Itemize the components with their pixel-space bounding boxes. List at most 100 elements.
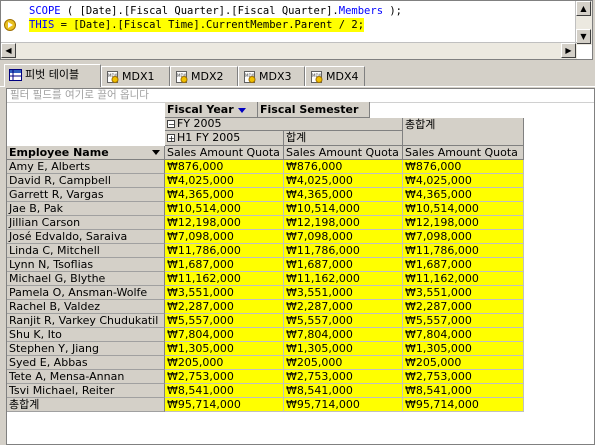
value-cell[interactable]: ₩11,162,000	[403, 272, 524, 286]
filter-drop-zone[interactable]: 필터 필드를 여기로 끌어 옵니다	[7, 89, 594, 103]
value-cell[interactable]: ₩3,551,000	[284, 286, 403, 300]
value-cell[interactable]: ₩4,025,000	[165, 174, 284, 188]
semester-label: H1 FY 2005	[177, 131, 241, 144]
value-cell[interactable]: ₩12,198,000	[165, 216, 284, 230]
value-cell[interactable]: ₩1,687,000	[165, 258, 284, 272]
value-cell[interactable]: ₩12,198,000	[284, 216, 403, 230]
value-cell[interactable]: ₩1,305,000	[284, 342, 403, 356]
value-cell[interactable]: ₩205,000	[165, 356, 284, 370]
value-cell[interactable]: ₩8,541,000	[165, 384, 284, 398]
employee-row-header[interactable]: Pamela O, Ansman-Wolfe	[7, 286, 165, 300]
tab-mdx2[interactable]: MDX MDX2	[170, 66, 238, 86]
value-cell[interactable]: ₩7,804,000	[403, 328, 524, 342]
value-cell[interactable]: ₩8,541,000	[284, 384, 403, 398]
grand-total-row-header[interactable]: 총합계	[7, 398, 165, 412]
value-cell[interactable]: ₩1,687,000	[284, 258, 403, 272]
employee-row-header[interactable]: Jae B, Pak	[7, 202, 165, 216]
semester-member-header[interactable]: + H1 FY 2005	[165, 131, 284, 146]
pivot-table[interactable]: 필터 필드를 여기로 끌어 옵니다 Fiscal Year Fiscal Sem…	[6, 88, 595, 445]
tab-mdx1[interactable]: MDX MDX1	[101, 66, 170, 86]
value-cell[interactable]: ₩1,305,000	[403, 342, 524, 356]
value-cell[interactable]: ₩10,514,000	[165, 202, 284, 216]
value-cell[interactable]: ₩1,305,000	[165, 342, 284, 356]
value-cell[interactable]: ₩3,551,000	[165, 286, 284, 300]
value-cell[interactable]: ₩205,000	[284, 356, 403, 370]
column-field-fiscal-year[interactable]: Fiscal Year	[165, 102, 258, 118]
value-cell[interactable]: ₩95,714,000	[165, 398, 284, 412]
collapse-icon[interactable]: −	[167, 120, 175, 129]
tab-pivot-table[interactable]: 피벗 테이블	[4, 64, 101, 87]
employee-row-header[interactable]: Tsvi Michael, Reiter	[7, 384, 165, 398]
value-cell[interactable]: ₩5,557,000	[284, 314, 403, 328]
scroll-up-icon[interactable]: ▲	[576, 1, 591, 16]
code-line-1[interactable]: SCOPE ( [Date].[Fiscal Quarter].[Fiscal …	[29, 4, 402, 18]
dropdown-arrow-icon[interactable]	[237, 107, 246, 113]
value-cell[interactable]: ₩7,098,000	[165, 230, 284, 244]
value-cell[interactable]: ₩876,000	[403, 160, 524, 174]
value-cell[interactable]: ₩11,162,000	[165, 272, 284, 286]
tab-mdx3[interactable]: MDX MDX3	[238, 66, 305, 86]
code-text: = [Date].[Fiscal Time].CurrentMember.Par…	[54, 19, 365, 31]
value-cell[interactable]: ₩2,287,000	[165, 300, 284, 314]
employee-row-header[interactable]: José Edvaldo, Saraiva	[7, 230, 165, 244]
value-cell[interactable]: ₩876,000	[165, 160, 284, 174]
scroll-down-icon[interactable]: ▼	[576, 29, 591, 44]
employee-row-header[interactable]: Garrett R, Vargas	[7, 188, 165, 202]
scroll-right-icon[interactable]: ▶	[561, 43, 576, 58]
value-cell[interactable]: ₩4,365,000	[403, 188, 524, 202]
tab-mdx4[interactable]: MDX MDX4	[305, 66, 365, 86]
value-cell[interactable]: ₩5,557,000	[165, 314, 284, 328]
value-cell[interactable]: ₩3,551,000	[403, 286, 524, 300]
value-cell[interactable]: ₩2,753,000	[165, 370, 284, 384]
mdx-script-editor[interactable]: SCOPE ( [Date].[Fiscal Quarter].[Fiscal …	[0, 0, 593, 60]
employee-row-header[interactable]: Amy E, Alberts	[7, 160, 165, 174]
value-cell[interactable]: ₩2,753,000	[403, 370, 524, 384]
employee-row-header[interactable]: Michael G, Blythe	[7, 272, 165, 286]
year-member-header[interactable]: − FY 2005	[165, 118, 403, 131]
mdx-query-icon: MDX	[106, 70, 119, 83]
value-cell[interactable]: ₩10,514,000	[403, 202, 524, 216]
scroll-left-icon[interactable]: ◀	[1, 43, 16, 58]
expand-icon[interactable]: +	[167, 134, 175, 143]
value-cell[interactable]: ₩2,753,000	[284, 370, 403, 384]
employee-row-header[interactable]: Tete A, Mensa-Annan	[7, 370, 165, 384]
value-cell[interactable]: ₩7,804,000	[165, 328, 284, 342]
value-cell[interactable]: ₩12,198,000	[403, 216, 524, 230]
column-field-fiscal-semester[interactable]: Fiscal Semester	[258, 102, 370, 118]
value-cell[interactable]: ₩7,804,000	[284, 328, 403, 342]
value-cell[interactable]: ₩876,000	[284, 160, 403, 174]
employee-row-header[interactable]: Shu K, Ito	[7, 328, 165, 342]
employee-row-header[interactable]: Linda C, Mitchell	[7, 244, 165, 258]
value-cell[interactable]: ₩11,786,000	[403, 244, 524, 258]
employee-row-header[interactable]: David R, Campbell	[7, 174, 165, 188]
value-cell[interactable]: ₩11,162,000	[284, 272, 403, 286]
value-cell[interactable]: ₩4,025,000	[284, 174, 403, 188]
editor-horizontal-scrollbar[interactable]: ◀ ▶	[1, 42, 577, 59]
value-cell[interactable]: ₩205,000	[403, 356, 524, 370]
value-cell[interactable]: ₩11,786,000	[165, 244, 284, 258]
employee-row-header[interactable]: Ranjit R, Varkey Chudukatil	[7, 314, 165, 328]
value-cell[interactable]: ₩8,541,000	[403, 384, 524, 398]
value-cell[interactable]: ₩7,098,000	[284, 230, 403, 244]
value-cell[interactable]: ₩2,287,000	[284, 300, 403, 314]
employee-row-header[interactable]: Syed E, Abbas	[7, 356, 165, 370]
value-cell[interactable]: ₩4,365,000	[165, 188, 284, 202]
employee-row-header[interactable]: Rachel B, Valdez	[7, 300, 165, 314]
value-cell[interactable]: ₩7,098,000	[403, 230, 524, 244]
employee-row-header[interactable]: Jillian Carson	[7, 216, 165, 230]
employee-row-header[interactable]: Stephen Y, Jiang	[7, 342, 165, 356]
value-cell[interactable]: ₩95,714,000	[284, 398, 403, 412]
value-cell[interactable]: ₩11,786,000	[284, 244, 403, 258]
value-cell[interactable]: ₩1,687,000	[403, 258, 524, 272]
employee-row-header[interactable]: Lynn N, Tsoflias	[7, 258, 165, 272]
code-line-2[interactable]: THIS = [Date].[Fiscal Time].CurrentMembe…	[29, 18, 365, 32]
value-cell[interactable]: ₩2,287,000	[403, 300, 524, 314]
editor-vertical-scrollbar[interactable]: ▲ ▼	[575, 1, 592, 45]
value-cell[interactable]: ₩4,365,000	[284, 188, 403, 202]
row-field-employee-name[interactable]: Employee Name	[7, 146, 165, 160]
value-cell[interactable]: ₩10,514,000	[284, 202, 403, 216]
dropdown-arrow-icon[interactable]	[152, 150, 160, 155]
value-cell[interactable]: ₩4,025,000	[403, 174, 524, 188]
value-cell[interactable]: ₩95,714,000	[403, 398, 524, 412]
value-cell[interactable]: ₩5,557,000	[403, 314, 524, 328]
